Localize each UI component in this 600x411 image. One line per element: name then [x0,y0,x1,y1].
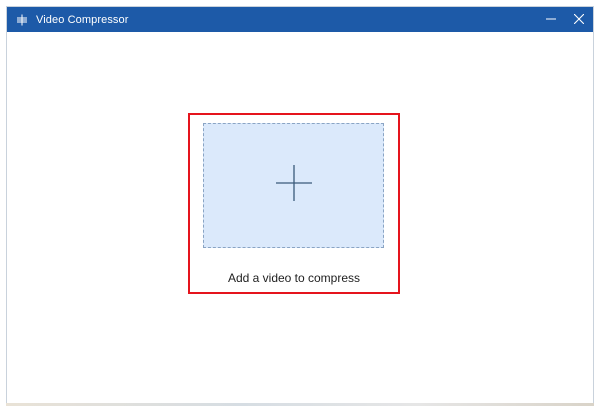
plus-icon [275,164,313,207]
add-video-label[interactable]: Add a video to compress [188,271,400,285]
taskbar-edge [6,403,594,406]
close-icon [573,11,585,29]
window-title: Video Compressor [36,13,129,26]
window-controls [537,7,593,32]
compress-icon [15,13,29,27]
close-button[interactable] [565,7,593,32]
minimize-button[interactable] [537,7,565,32]
add-video-drop-zone[interactable] [203,123,384,248]
minimize-icon [546,11,556,29]
title-bar[interactable]: Video Compressor [7,7,593,32]
